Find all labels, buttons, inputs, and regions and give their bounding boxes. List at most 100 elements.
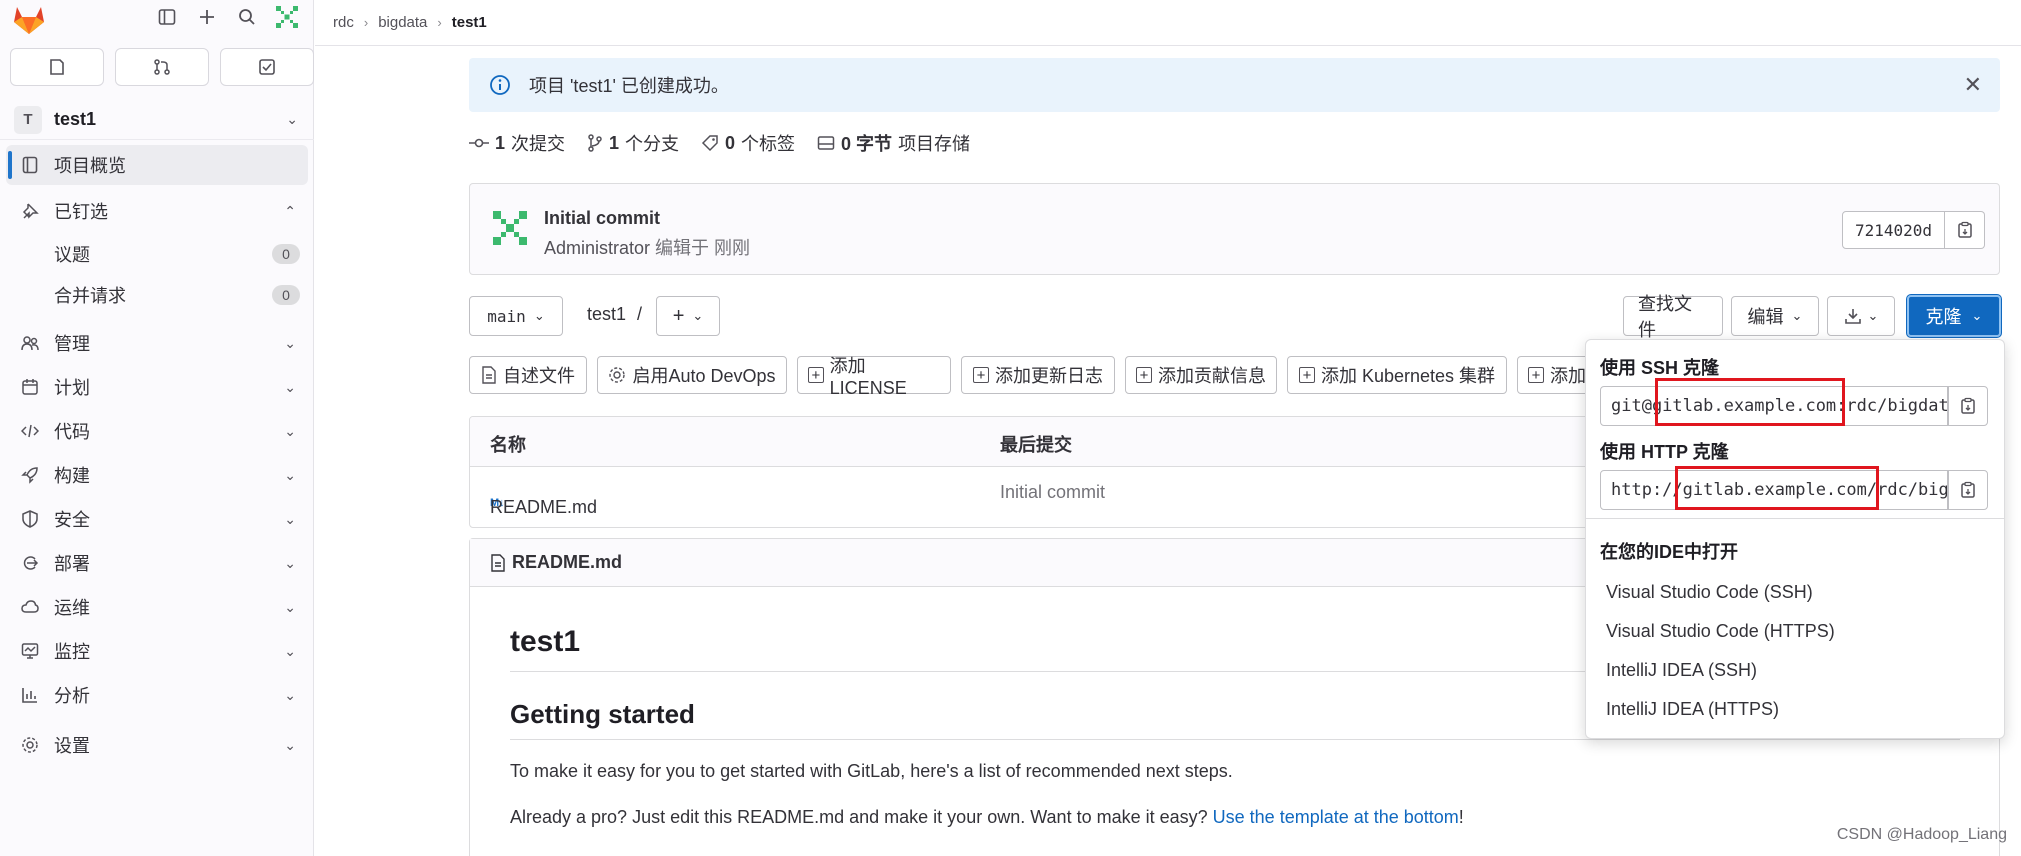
chevron-down-icon: ⌄ xyxy=(1971,308,1983,323)
readme-file-name[interactable]: README.md xyxy=(512,552,622,573)
chevron-down-icon: ⌄ xyxy=(284,510,296,527)
storage-stat[interactable]: 0 字节 项目存储 xyxy=(817,130,970,156)
commit-sha[interactable]: 7214020d xyxy=(1841,211,1945,249)
breadcrumb-item-bigdata[interactable]: bigdata xyxy=(378,14,427,31)
template-link[interactable]: Use the template at the bottom xyxy=(1213,807,1459,827)
sidebar-item-analyze[interactable]: 分析 ⌄ xyxy=(0,673,314,717)
sidebar-item-security[interactable]: 安全 ⌄ xyxy=(0,497,314,541)
sidebar-item-manage[interactable]: 管理 ⌄ xyxy=(0,321,314,365)
sidebar-item-label: 已钉选 xyxy=(54,202,108,222)
file-last-commit[interactable]: Initial commit xyxy=(1000,482,1105,503)
sidebar: T test1 ⌄ 项目概览 已钉选 ⌃ 议题 0 合并请求 0 管理 ⌄ 计划… xyxy=(0,0,314,856)
breadcrumb-item-rdc[interactable]: rdc xyxy=(333,14,354,31)
clone-label: 克隆 xyxy=(1925,307,1962,327)
project-name: test1 xyxy=(54,109,97,129)
sidebar-item-label: 监控 xyxy=(54,642,90,662)
sidebar-item-build[interactable]: 构建 ⌄ xyxy=(0,453,314,497)
cloud-icon xyxy=(20,597,40,617)
sidebar-item-monitor[interactable]: 监控 ⌄ xyxy=(0,629,314,673)
sidebar-item-pinned[interactable]: 已钉选 ⌃ xyxy=(0,189,314,233)
branch-selector[interactable]: main ⌄ xyxy=(469,296,563,336)
plus-icon[interactable] xyxy=(192,2,222,32)
sidebar-item-issues[interactable]: 议题 0 xyxy=(0,233,314,274)
sidebar-item-label: 运维 xyxy=(54,598,90,618)
author-avatar[interactable] xyxy=(488,206,532,250)
breadcrumb-item-current[interactable]: test1 xyxy=(452,14,487,31)
readme-heading: Getting started xyxy=(510,699,695,729)
sidebar-item-label: 计划 xyxy=(54,378,90,398)
copy-sha-button[interactable] xyxy=(1945,211,1985,249)
open-vscode-ssh[interactable]: Visual Studio Code (SSH) xyxy=(1606,582,1813,603)
add-license-button[interactable]: + 添加LICENSE xyxy=(797,356,951,398)
tag-icon xyxy=(701,135,718,152)
add-contributing-button[interactable]: + 添加贡献信息 xyxy=(1125,356,1277,394)
sidebar-item-settings[interactable]: 设置 ⌄ xyxy=(0,723,314,767)
chevron-up-icon: ⌃ xyxy=(284,202,296,219)
merge-requests-quick-button[interactable] xyxy=(115,48,209,86)
add-changelog-button[interactable]: + 添加更新日志 xyxy=(961,356,1115,394)
open-intellij-ssh[interactable]: IntelliJ IDEA (SSH) xyxy=(1606,660,1757,681)
project-stats: 1 次提交 1 个分支 0 个标签 0 字节 项目存储 xyxy=(469,130,970,156)
clone-button[interactable]: 克隆 ⌄ xyxy=(1907,295,2001,337)
download-dropdown-button[interactable]: ⌄ xyxy=(1827,296,1895,336)
suggestion-label: 添加 Kubernetes 集群 xyxy=(1320,366,1496,386)
project-switcher[interactable]: T test1 ⌄ xyxy=(0,100,314,140)
todos-quick-button[interactable] xyxy=(220,48,314,86)
sidebar-item-operate[interactable]: 运维 ⌄ xyxy=(0,585,314,629)
readme-paragraph: Already a pro? Just edit this README.md … xyxy=(510,807,1464,828)
commit-author[interactable]: Administrator xyxy=(544,238,650,258)
issues-quick-button[interactable] xyxy=(10,48,104,86)
branches-stat[interactable]: 1 个分支 xyxy=(587,130,679,156)
column-header-last-commit: 最后提交 xyxy=(1000,435,1072,455)
plus-square-icon: + xyxy=(1298,367,1315,384)
chevron-down-icon: ⌄ xyxy=(1867,308,1879,323)
chevron-down-icon: ⌄ xyxy=(284,598,296,615)
sidebar-item-deploy[interactable]: 部署 ⌄ xyxy=(0,541,314,585)
sidebar-item-merge-requests[interactable]: 合并请求 0 xyxy=(0,274,314,315)
commits-stat[interactable]: 1 次提交 xyxy=(469,130,565,156)
enable-auto-devops-button[interactable]: 启用Auto DevOps xyxy=(597,356,787,394)
commit-title[interactable]: Initial commit xyxy=(544,208,660,229)
users-icon xyxy=(20,333,40,353)
add-kubernetes-button[interactable]: + 添加 Kubernetes 集群 xyxy=(1287,356,1507,394)
chevron-down-icon: ⌄ xyxy=(284,642,296,659)
chevron-down-icon: ⌄ xyxy=(284,554,296,571)
open-vscode-https[interactable]: Visual Studio Code (HTTPS) xyxy=(1606,621,1835,642)
sidebar-item-overview[interactable]: 项目概览 xyxy=(6,145,308,185)
tags-stat[interactable]: 0 个标签 xyxy=(701,130,795,156)
doc-icon xyxy=(482,366,496,384)
search-icon[interactable] xyxy=(232,2,262,32)
commits-label: 次提交 xyxy=(511,134,566,154)
info-icon xyxy=(490,75,510,95)
gitlab-logo-icon[interactable] xyxy=(11,2,47,36)
suggestion-label: 添加 xyxy=(1550,366,1586,386)
repo-path: test1 / xyxy=(587,304,642,325)
tags-count: 0 xyxy=(725,132,736,153)
close-icon[interactable]: ✕ xyxy=(1964,72,1982,98)
add-to-tree-button[interactable]: + ⌄ xyxy=(656,296,720,336)
readme-paragraph: To make it easy for you to get started w… xyxy=(510,761,1233,781)
open-intellij-https[interactable]: IntelliJ IDEA (HTTPS) xyxy=(1606,699,1779,720)
issues-count-badge: 0 xyxy=(272,243,300,264)
find-file-button[interactable]: 查找文件 xyxy=(1623,294,1723,340)
http-clone-label: 使用 HTTP 克隆 xyxy=(1600,442,1729,462)
edit-dropdown-button[interactable]: 编辑 ⌄ xyxy=(1731,296,1819,336)
file-name[interactable]: README.md xyxy=(490,497,597,518)
copy-http-url-button[interactable] xyxy=(1948,470,1988,510)
readme-title: test1 xyxy=(510,625,581,658)
sidebar-item-code[interactable]: 代码 ⌄ xyxy=(0,409,314,453)
merge-request-icon xyxy=(154,59,170,75)
add-readme-button[interactable]: 自述文件 xyxy=(469,356,587,394)
sidebar-item-label: 管理 xyxy=(54,334,90,354)
user-avatar-icon[interactable] xyxy=(272,2,302,32)
sidebar-toggle-icon[interactable] xyxy=(152,2,182,32)
branches-count: 1 xyxy=(609,132,620,153)
repo-path-root[interactable]: test1 xyxy=(587,304,626,324)
copy-ssh-url-button[interactable] xyxy=(1948,386,1988,426)
chevron-down-icon: ⌄ xyxy=(284,334,296,351)
sidebar-item-plan[interactable]: 计划 ⌄ xyxy=(0,365,314,409)
chevron-down-icon: ⌄ xyxy=(284,378,296,395)
commit-sha-group: 7214020d xyxy=(1841,211,1985,249)
plus-square-icon: + xyxy=(973,367,989,384)
chevron-down-icon: ⌄ xyxy=(1791,308,1803,323)
